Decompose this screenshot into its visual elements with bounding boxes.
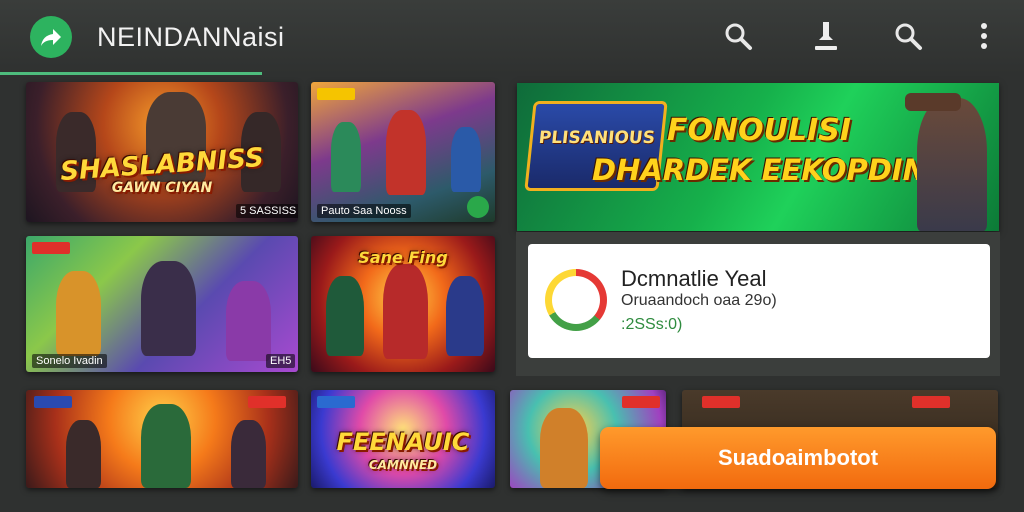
app-price: :2SSs:0) bbox=[621, 316, 683, 333]
app-name: Dcmnatlie Yeal bbox=[621, 266, 767, 291]
game-tile-3[interactable]: Sonelo Ivadin EH5 bbox=[26, 236, 298, 372]
tile-caption: Sonelo Ivadin bbox=[32, 354, 107, 368]
play-badge-icon bbox=[467, 196, 489, 218]
tile-badge bbox=[248, 396, 286, 408]
app-meta: Oruaandoch oaa 29o) bbox=[621, 292, 777, 309]
game-tile-1[interactable]: SHASLABNISS GAWN CIYAN 5 SASSISS bbox=[26, 82, 298, 222]
more-vert-icon[interactable] bbox=[966, 18, 1002, 54]
magnifier-icon[interactable] bbox=[720, 18, 756, 54]
tile-caption: 5 SASSISS bbox=[236, 204, 298, 218]
featured-banner[interactable]: PLISANIOUS FONOULISI DHARDEK EEKOPDING! bbox=[517, 83, 999, 231]
tile-badge bbox=[912, 396, 950, 408]
tile-badge bbox=[317, 88, 355, 100]
primary-action-button[interactable]: Suadoaimbotot bbox=[600, 427, 996, 489]
pin-icon[interactable] bbox=[808, 18, 844, 54]
tile-badge bbox=[702, 396, 740, 408]
character-hat bbox=[905, 93, 961, 111]
tile-caption-right: EH5 bbox=[266, 354, 296, 368]
share-arrow-icon[interactable] bbox=[30, 16, 72, 58]
tile-badge bbox=[34, 396, 72, 408]
app-bar: NEINDANNaisi bbox=[0, 0, 1024, 75]
tile-badge bbox=[317, 396, 355, 408]
tile-badge bbox=[32, 242, 70, 254]
featured-subheadline: DHARDEK EEKOPDING! bbox=[592, 153, 964, 187]
featured-character bbox=[917, 98, 987, 231]
game-tile-2[interactable]: Pauto Saa Nooss bbox=[311, 82, 495, 222]
tile-logo-sub: CAMNNED bbox=[368, 458, 438, 472]
featured-headline: FONOULISI bbox=[667, 113, 852, 148]
tile-logo: FEENAUIC bbox=[336, 428, 470, 456]
app-title: NEINDANNaisi bbox=[97, 22, 285, 52]
search-icon[interactable] bbox=[890, 18, 926, 54]
tile-logo: Sane Fing bbox=[358, 248, 448, 267]
tile-badge bbox=[622, 396, 660, 408]
app-detail-card[interactable]: Dcmnatlie Yeal Oruaandoch oaa 29o) :2SSs… bbox=[528, 244, 990, 358]
tile-logo-sub: GAWN CIYAN bbox=[111, 180, 213, 196]
game-tile-6[interactable]: FEENAUIC CAMNNED bbox=[311, 390, 495, 488]
tab-indicator bbox=[0, 72, 262, 75]
game-tile-4[interactable]: Sane Fing bbox=[311, 236, 495, 372]
app-avatar bbox=[545, 269, 607, 331]
tile-caption: Pauto Saa Nooss bbox=[317, 204, 411, 218]
game-tile-5[interactable] bbox=[26, 390, 298, 488]
